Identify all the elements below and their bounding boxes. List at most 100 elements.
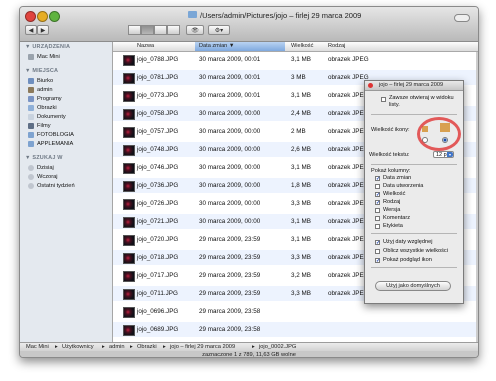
text-size-select[interactable]: 12 pkt ▾	[433, 151, 454, 158]
table-row[interactable]: jojo_0689.JPG 29 marca 2009, 23:58	[113, 322, 478, 337]
column-size-header[interactable]: Wielkość	[291, 43, 313, 49]
file-kind: obrazek JPEG	[328, 218, 369, 225]
use-as-defaults-button[interactable]: Użyj jako domyślnych	[375, 281, 451, 291]
clock-icon	[28, 174, 34, 180]
file-size: 3,1 MB	[291, 92, 311, 99]
file-size: 3,1 MB	[291, 164, 311, 171]
sidebar-heading-places: ▼ MIEJSCA	[25, 68, 59, 74]
file-date: 29 marca 2009, 23:59	[199, 254, 261, 261]
column-checkbox[interactable]	[375, 208, 380, 213]
always-open-checkbox[interactable]	[381, 97, 386, 102]
table-row[interactable]: jojo_0788.JPG 30 marca 2009, 00:01 3,1 MB o…	[113, 52, 478, 67]
text-size-label: Wielkość tekstu:	[369, 152, 410, 158]
file-date: 29 marca 2009, 23:58	[199, 326, 261, 333]
divider	[371, 164, 457, 165]
file-kind: obrazek JPEG	[328, 56, 369, 63]
sidebar-item-fotoblogia[interactable]: FOTOBLOGIA	[28, 131, 74, 139]
forward-button[interactable]: ▶	[37, 25, 49, 35]
file-kind: obrazek JPEG	[328, 128, 369, 135]
close-window-button[interactable]	[25, 11, 36, 22]
chevron-down-icon: ▾	[447, 152, 453, 157]
path-item-folder[interactable]: jojo – firlej 29 marca 2009	[170, 344, 235, 350]
path-item-mac-mini[interactable]: Mac Mini	[26, 344, 49, 350]
file-kind: obrazek JPEG	[328, 236, 369, 243]
file-kind: obrazek JPEG	[328, 182, 369, 189]
icon-view-button[interactable]	[128, 25, 141, 35]
column-checkbox[interactable]	[375, 224, 380, 229]
show-columns-label: Pokaż kolumny:	[371, 168, 411, 174]
panel-title: jojo – firlej 29 marca 2009	[379, 82, 444, 88]
column-kind-header[interactable]: Rodzaj	[328, 43, 345, 49]
table-row[interactable]: jojo_0696.JPG 29 marca 2009, 23:58	[113, 304, 478, 319]
divider	[371, 233, 457, 234]
toolbar-toggle-button[interactable]	[454, 14, 470, 22]
sidebar-item-applications[interactable]: Programy	[28, 95, 62, 103]
file-name: jojo_0736.JPG	[137, 182, 179, 189]
list-view-button[interactable]	[141, 25, 154, 35]
sidebar-item-last-week[interactable]: Ostatni tydzień	[28, 182, 75, 190]
option-checkbox[interactable]: ✓	[375, 258, 380, 264]
documents-icon	[28, 114, 34, 120]
sidebar-item-applemania[interactable]: APPLEMANIA	[28, 140, 73, 148]
file-date: 29 marca 2009, 23:59	[199, 236, 261, 243]
applications-icon	[28, 96, 34, 102]
action-gear-icon[interactable]: ⚙▾	[208, 25, 230, 35]
panel-close-button[interactable]	[368, 83, 373, 88]
column-header: Nazwa Data zmian ▼ Wielkość Rodzaj	[113, 42, 478, 52]
column-checkbox[interactable]	[375, 184, 380, 189]
sidebar-item-desktop[interactable]: Biurko	[28, 77, 53, 85]
option-checkbox[interactable]: ✓	[375, 240, 380, 246]
zoom-window-button[interactable]	[49, 11, 60, 22]
file-kind: obrazek JPEG	[328, 92, 369, 99]
column-view-button[interactable]	[154, 25, 167, 35]
sidebar-item-movies[interactable]: Filmy	[28, 122, 51, 130]
file-name: jojo_0746.JPG	[137, 164, 179, 171]
column-checkbox-label: Rodzaj	[383, 199, 401, 205]
home-icon	[28, 87, 34, 93]
column-checkbox[interactable]	[375, 216, 380, 221]
window-title: /Users/admin/Pictures/jojo – firlej 29 m…	[200, 11, 362, 20]
sidebar-item-documents[interactable]: Dokumenty	[28, 113, 66, 121]
file-name: jojo_0696.JPG	[137, 308, 179, 315]
image-thumbnail-icon	[123, 163, 135, 174]
image-thumbnail-icon	[123, 253, 135, 264]
file-name: jojo_0720.JPG	[137, 236, 179, 243]
divider	[371, 114, 457, 115]
path-item-pictures[interactable]: Obrazki	[137, 344, 157, 350]
column-name-header[interactable]: Nazwa	[137, 43, 154, 49]
file-size: 2,4 MB	[291, 110, 311, 117]
sidebar-item-admin[interactable]: admin	[28, 86, 53, 94]
back-button[interactable]: ◀	[25, 25, 37, 35]
column-checkbox[interactable]: ✓	[375, 200, 380, 206]
file-name: jojo_0689.JPG	[137, 326, 179, 333]
image-thumbnail-icon	[123, 181, 135, 192]
file-size: 3 MB	[291, 74, 306, 81]
file-size: 3,3 MB	[291, 200, 311, 207]
column-date-header[interactable]: Data zmian ▼	[199, 43, 234, 49]
image-thumbnail-icon	[123, 199, 135, 210]
file-size: 3,1 MB	[291, 56, 311, 63]
quicklook-eye-icon[interactable]: 👁	[186, 25, 204, 35]
file-name: jojo_0726.JPG	[137, 200, 179, 207]
image-thumbnail-icon	[123, 127, 135, 138]
sidebar-item-pictures[interactable]: Obrazki	[28, 104, 57, 112]
image-thumbnail-icon	[123, 307, 135, 318]
image-thumbnail-icon	[123, 217, 135, 228]
file-kind: obrazek JPEG	[328, 164, 369, 171]
vertical-scrollbar[interactable]	[476, 52, 478, 342]
always-open-label: Zawsze otwieraj w widoku listy.	[389, 95, 454, 108]
column-checkbox[interactable]: ✓	[375, 192, 380, 198]
file-name: jojo_0788.JPG	[137, 56, 179, 63]
minimize-window-button[interactable]	[37, 11, 48, 22]
sidebar-item-today[interactable]: Dzisiaj	[28, 164, 54, 172]
path-item-admin[interactable]: admin	[109, 344, 125, 350]
option-checkbox[interactable]	[375, 249, 380, 254]
sidebar: ▼ URZĄDZENIA Mac Mini ▼ MIEJSCA Biurko a…	[20, 42, 113, 342]
coverflow-view-button[interactable]	[167, 25, 180, 35]
file-name: jojo_0748.JPG	[137, 146, 179, 153]
sidebar-item-mac-mini[interactable]: Mac Mini	[28, 53, 60, 61]
path-item-file[interactable]: jojo_0002.JPG	[259, 344, 296, 350]
path-item-users[interactable]: Użytkownicy	[62, 344, 94, 350]
sidebar-item-yesterday[interactable]: Wczoraj	[28, 173, 58, 181]
column-checkbox[interactable]: ✓	[375, 176, 380, 182]
